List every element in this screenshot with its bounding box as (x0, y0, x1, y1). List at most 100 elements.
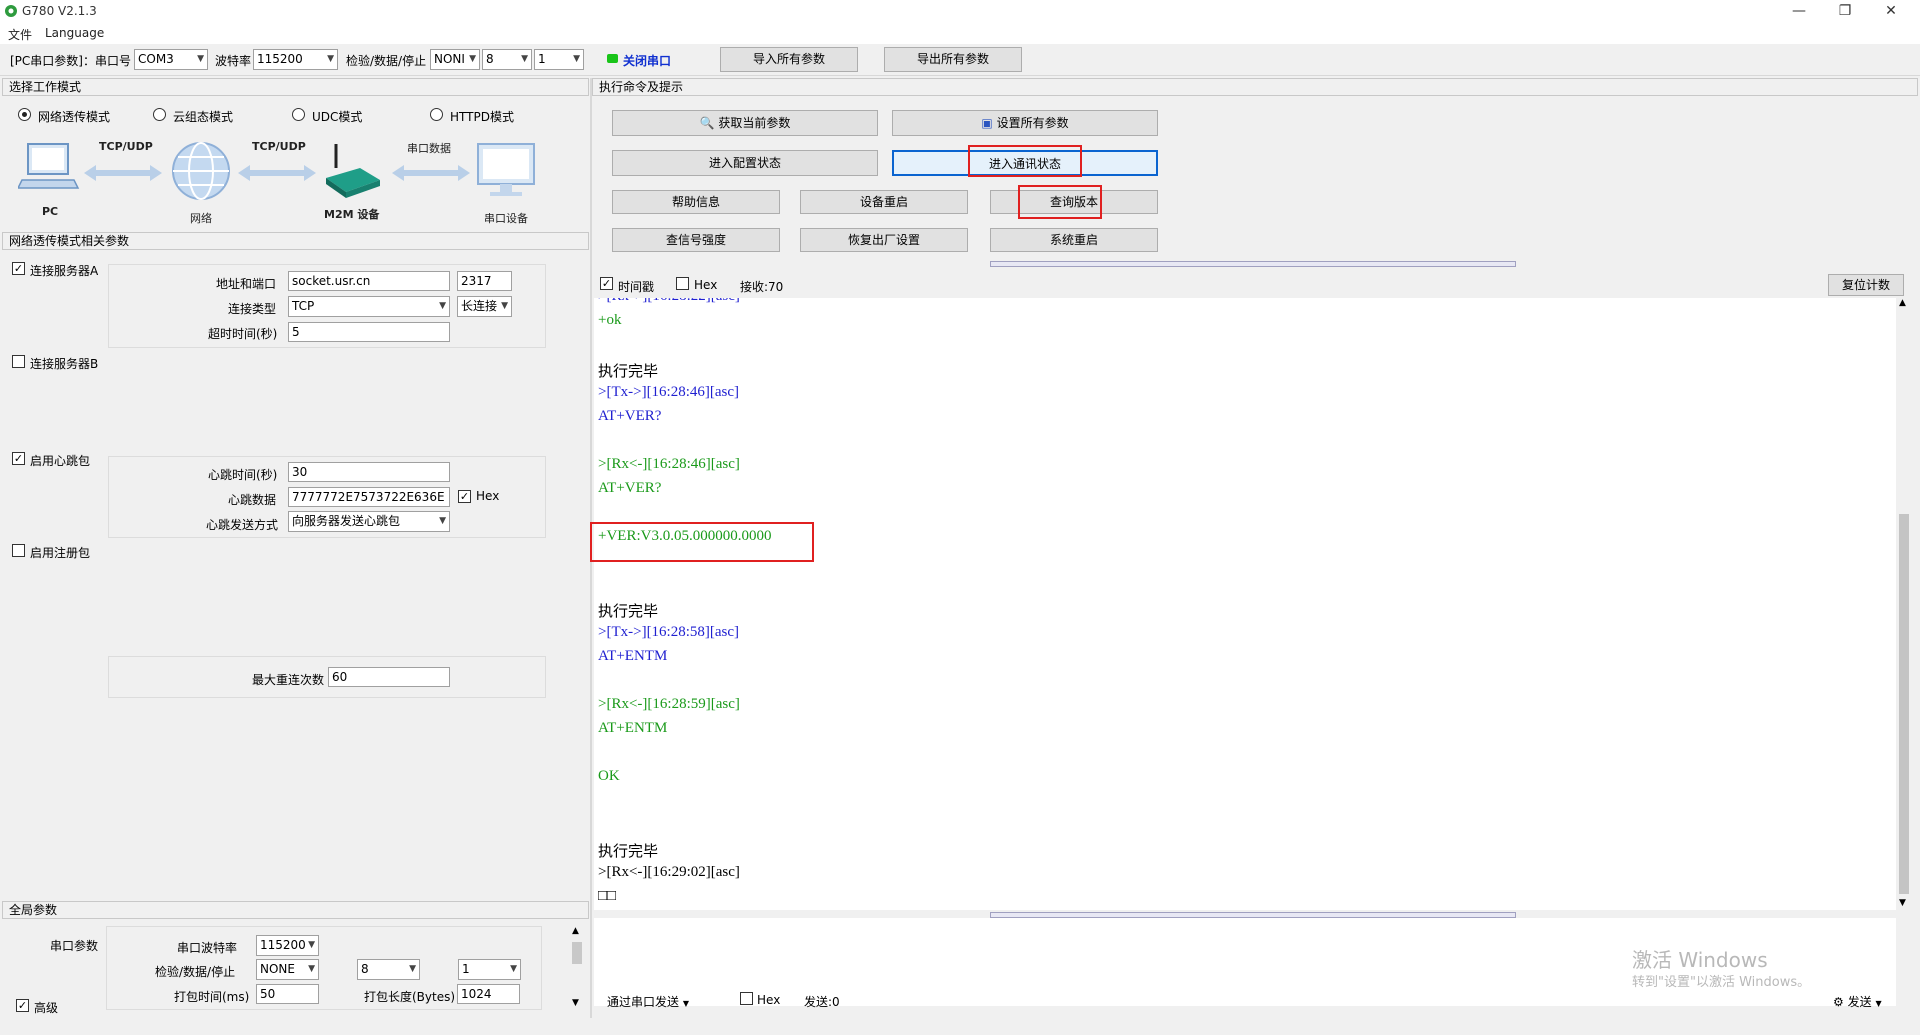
retry-group (108, 656, 546, 698)
params-section-header: 网络透传模式相关参数 (2, 232, 589, 250)
hb-time-input[interactable]: 30 (288, 462, 450, 482)
caret-down-icon: ▼ (1875, 999, 1882, 1008)
log-scroll-thumb[interactable] (1899, 514, 1909, 894)
window-title: G780 V2.1.3 (22, 4, 97, 18)
global-scrollbar[interactable]: ▲ ▼ (570, 926, 584, 1010)
retry-input[interactable]: 60 (328, 667, 450, 687)
send-button[interactable]: ⚙ 发送 ▼ (1833, 993, 1882, 1010)
server-a-checkbox[interactable]: ✓ (12, 262, 25, 275)
hb-data-label: 心跳数据 (228, 493, 277, 507)
maximize-button[interactable]: ❐ (1822, 0, 1868, 24)
minimize-button[interactable]: — (1776, 0, 1822, 24)
scroll-up-icon: ▲ (572, 926, 579, 936)
send-hex-checkbox[interactable] (740, 992, 753, 1005)
data-bits-select[interactable]: 8 ▼ (482, 49, 532, 70)
server-b-label: 连接服务器B (30, 357, 99, 371)
serial-device-monitor-icon (477, 143, 535, 196)
import-all-button[interactable]: 导入所有参数 (720, 47, 858, 72)
hb-data-input[interactable]: 7777772E7573722E636E (288, 487, 450, 507)
recv-hex-checkbox[interactable] (676, 277, 689, 290)
close-port-button[interactable]: 关闭串口 (623, 52, 671, 69)
hb-mode-select[interactable]: 向服务器发送心跳包 ▼ (288, 511, 450, 532)
conn-type-select[interactable]: TCP ▼ (288, 296, 450, 317)
g-baud-select[interactable]: 115200 ▼ (256, 935, 319, 956)
receive-log[interactable]: >[Rx<-][16:28:22][asc] +ok 执行完毕 >[Tx->][16:… (594, 298, 1896, 910)
conn-mode-select[interactable]: 长连接 ▼ (457, 296, 512, 317)
help-button[interactable]: 帮助信息 (612, 190, 780, 214)
signal-strength-button[interactable]: 查信号强度 (612, 228, 780, 252)
timeout-input[interactable]: 5 (288, 322, 450, 342)
mode-label-transparent: 网络透传模式 (38, 110, 111, 124)
log-line: AT+ENTM (598, 648, 668, 664)
globe-network-icon (172, 142, 230, 200)
log-line: AT+VER? (598, 480, 662, 496)
global-section-header: 全局参数 (2, 901, 589, 919)
log-scrollbar[interactable]: ▲ ▼ (1896, 298, 1912, 910)
pack-time-input[interactable]: 50 (256, 984, 319, 1004)
factory-reset-button[interactable]: 恢复出厂设置 (800, 228, 968, 252)
server-b-checkbox[interactable] (12, 355, 25, 368)
chevron-down-icon: ▼ (308, 940, 315, 950)
g-data-select[interactable]: 8 ▼ (357, 959, 420, 980)
menu-language[interactable]: Language (45, 26, 104, 40)
parity-select[interactable]: NONI ▼ (430, 49, 480, 70)
timestamp-checkbox[interactable]: ✓ (600, 277, 613, 290)
retry-label: 最大重连次数 (252, 673, 325, 687)
reboot-device-button[interactable]: 设备重启 (800, 190, 968, 214)
get-params-button[interactable]: 🔍 获取当前参数 (612, 110, 878, 136)
log-line: 执行完毕 (598, 604, 659, 620)
log-line: 执行完毕 (598, 364, 659, 380)
port-status-led-icon (607, 54, 618, 63)
double-arrow-icon (238, 165, 316, 181)
send-via-dropdown[interactable]: 通过串口发送 ▼ (607, 993, 689, 1010)
stop-bits-select[interactable]: 1 ▼ (534, 49, 584, 70)
title-bar: G780 V2.1.3 — ❐ ✕ (0, 0, 1920, 24)
pack-len-label: 打包长度(Bytes) (364, 990, 456, 1004)
chevron-down-icon: ▼ (510, 964, 517, 974)
port-select[interactable]: COM3 ▼ (134, 49, 208, 70)
recv-hex-label: Hex (694, 278, 718, 292)
command-section-header: 执行命令及提示 (592, 78, 1918, 96)
mode-radio-httpd[interactable] (430, 108, 443, 121)
highlight-box-enter-comm (968, 145, 1082, 177)
set-all-button[interactable]: ▣ 设置所有参数 (892, 110, 1158, 136)
top-splitter-handle[interactable] (990, 261, 1516, 267)
diagram-network-label: 网络 (190, 212, 212, 225)
mode-label-httpd: HTTPD模式 (450, 110, 514, 124)
hb-hex-checkbox[interactable]: ✓ (458, 490, 471, 503)
log-line: AT+ENTM (598, 720, 668, 736)
register-checkbox[interactable] (12, 544, 25, 557)
port-label: [PC串口参数]：串口号 (10, 54, 131, 68)
pack-len-input[interactable]: 1024 (457, 984, 520, 1004)
log-line: AT+VER? (598, 408, 662, 424)
timestamp-label: 时间戳 (618, 280, 655, 294)
system-reboot-button[interactable]: 系统重启 (990, 228, 1158, 252)
send-hex-label: Hex (757, 993, 781, 1007)
advanced-checkbox[interactable]: ✓ (16, 999, 29, 1012)
server-port-input[interactable]: 2317 (457, 271, 512, 291)
mode-radio-cloud[interactable] (153, 108, 166, 121)
server-address-input[interactable]: socket.usr.cn (288, 271, 450, 291)
mode-label-cloud: 云组态模式 (173, 110, 234, 124)
log-line: >[Rx<-][16:28:46][asc] (598, 456, 740, 472)
mode-radio-transparent[interactable] (18, 108, 31, 121)
heartbeat-checkbox[interactable]: ✓ (12, 452, 25, 465)
close-window-button[interactable]: ✕ (1868, 0, 1914, 24)
scroll-thumb[interactable] (572, 942, 582, 964)
baud-select[interactable]: 115200 ▼ (253, 49, 338, 70)
advanced-label: 高级 (34, 1001, 59, 1015)
enter-config-button[interactable]: 进入配置状态 (612, 150, 878, 176)
reset-count-button[interactable]: 复位计数 (1828, 274, 1904, 296)
g-stop-select[interactable]: 1 ▼ (458, 959, 521, 980)
scroll-down-icon: ▼ (1899, 898, 1906, 908)
log-line: >[Rx<-][16:29:02][asc] (598, 864, 740, 880)
highlight-box-query-version (1018, 185, 1102, 219)
g-parity-select[interactable]: NONE ▼ (256, 959, 319, 980)
baud-label: 波特率 (215, 54, 252, 68)
chevron-down-icon: ▼ (573, 54, 580, 64)
menu-file[interactable]: 文件 (8, 26, 32, 43)
export-all-button[interactable]: 导出所有参数 (884, 47, 1022, 72)
diagram-m2m-label: M2M 设备 (324, 208, 380, 221)
log-line: >[Tx->][16:28:46][asc] (598, 384, 740, 400)
mode-radio-udc[interactable] (292, 108, 305, 121)
